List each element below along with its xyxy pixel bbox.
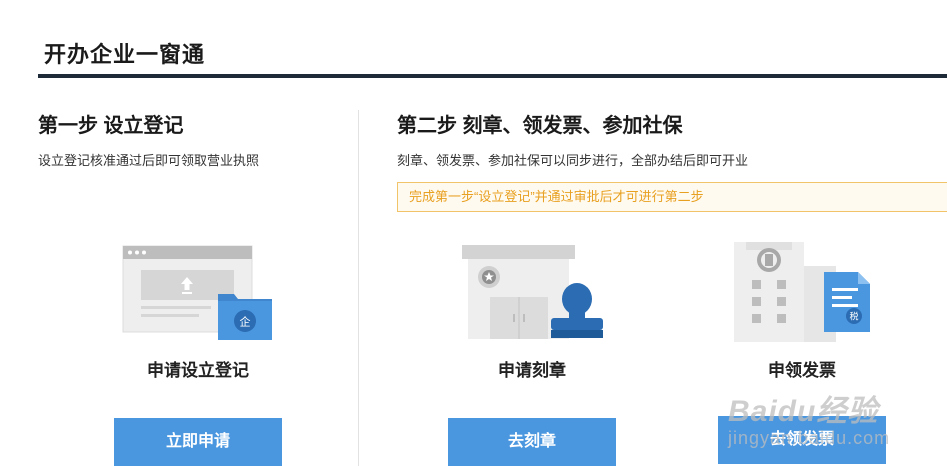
section-divider — [358, 110, 359, 466]
step1-description: 设立登记核准通过后即可领取营业执照 — [38, 153, 260, 168]
invoice-document-icon — [824, 272, 870, 332]
card-title-seal: 申请刻章 — [498, 361, 566, 380]
invoice-badge: 税 — [849, 311, 858, 323]
card-title-invoice: 申领发票 — [768, 361, 836, 380]
watermark-url: jingyan.baidu.com — [728, 428, 891, 448]
watermark-brand: Baidu经验 — [728, 395, 879, 428]
card-title-registration: 申请设立登记 — [147, 361, 249, 380]
title-underline — [38, 74, 947, 78]
step2-notice: 完成第一步“设立登记”并通过审批后才可进行第二步 — [397, 182, 947, 212]
apply-registration-button[interactable]: 立即申请 — [114, 418, 282, 466]
baidu-watermark: Baidu经验 jingyan.baidu.com — [728, 386, 898, 456]
registration-illustration: 企 — [122, 245, 272, 340]
invoice-illustration: 税 — [734, 242, 870, 342]
page-title: 开办企业一窗通 — [44, 42, 206, 67]
seal-shop-illustration — [462, 245, 603, 339]
step2-description: 刻章、领发票、参加社保可以同步进行，全部办结后即可开业 — [397, 153, 749, 168]
seal-button[interactable]: 去刻章 — [448, 418, 616, 466]
folder-badge: 企 — [240, 315, 251, 329]
step1-heading: 第一步 设立登记 — [38, 115, 184, 137]
step2-heading: 第二步 刻章、领发票、参加社保 — [397, 115, 683, 137]
